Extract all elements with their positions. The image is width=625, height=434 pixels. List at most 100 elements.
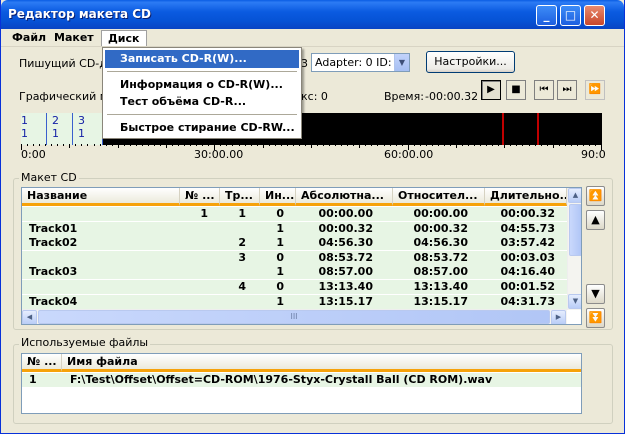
ruler-tick xyxy=(106,144,107,146)
ruler-tick xyxy=(335,144,336,146)
relative-time: 08:53.72 xyxy=(413,250,468,264)
table-row[interactable]: 4 0 13:13.40 13:13.40 00:01.52 xyxy=(22,280,567,294)
files-table[interactable]: № ... Имя файла 1 F:\Test\Offset\Offset=… xyxy=(21,353,582,414)
session-number xyxy=(180,280,208,294)
track-number xyxy=(220,295,246,309)
timeline-ruler xyxy=(21,144,602,150)
col-header[interactable]: Название xyxy=(22,188,180,206)
ruler-tick xyxy=(468,144,469,146)
table-row[interactable]: Track01 1 00:00.32 00:00.32 04:55.73 xyxy=(22,221,567,236)
table-row[interactable]: Track03 1 08:57.00 08:57.00 04:16.40 xyxy=(22,265,567,280)
next-track-icon[interactable]: ⏭ xyxy=(557,80,577,100)
menu-item-disc-info[interactable]: Информация о CD-R(W)... xyxy=(105,76,299,94)
index-number: 0 xyxy=(276,207,284,220)
ruler-tick xyxy=(384,144,385,146)
col-header[interactable]: Относител... xyxy=(393,188,485,206)
absolute-time: 04:56.30 xyxy=(318,236,373,250)
disc-menu-dropdown: Записать CD-R(W)... Информация о CD-R(W)… xyxy=(102,47,302,139)
play-icon[interactable]: ▶ xyxy=(481,80,501,100)
menu-file[interactable]: Файл xyxy=(6,30,52,46)
table-row[interactable]: 1 F:\Test\Offset\Offset=CD-ROM\1976-Styx… xyxy=(22,373,581,387)
table-row[interactable]: 1 1 0 00:00.00 00:00.00 00:00.32 xyxy=(22,207,567,221)
scroll-thumb[interactable]: III xyxy=(38,310,550,324)
table-row[interactable]: Track02 2 1 04:56.30 04:56.30 03:57.42 xyxy=(22,236,567,251)
ruler-tick xyxy=(33,144,34,146)
menu-item-write-disc[interactable]: Записать CD-R(W)... xyxy=(105,50,299,68)
col-header[interactable]: Имя файла xyxy=(62,354,581,372)
move-bottom-icon[interactable]: ⏬ xyxy=(586,308,605,328)
track-name: Track03 xyxy=(29,265,78,279)
ruler-tick xyxy=(462,144,463,146)
close-button[interactable]: ✕ xyxy=(584,5,605,26)
writer-label: Пишущий CD-ди xyxy=(19,57,115,70)
table-row[interactable]: Track04 1 13:15.17 13:15.17 04:31.73 xyxy=(22,294,567,309)
minimize-button[interactable]: _ xyxy=(536,5,557,26)
scroll-thumb[interactable] xyxy=(569,204,581,256)
previous-track-icon[interactable]: ⏮ xyxy=(534,80,554,100)
session-number xyxy=(180,295,208,309)
chevron-down-icon[interactable]: ▼ xyxy=(394,54,409,71)
table-row[interactable]: 3 0 08:53.72 08:53.72 00:03.03 xyxy=(22,250,567,265)
ruler-tick xyxy=(208,144,209,146)
col-header[interactable]: № ... xyxy=(180,188,220,206)
move-top-icon[interactable]: ⏫ xyxy=(586,186,605,206)
ruler-label: 0:00 xyxy=(21,148,46,161)
ruler-tick xyxy=(480,144,481,146)
menu-layout[interactable]: Макет xyxy=(48,30,100,46)
track-name xyxy=(29,207,177,221)
ruler-tick xyxy=(565,144,566,146)
track-number: 3 xyxy=(238,250,246,264)
stop-icon[interactable]: ■ xyxy=(506,80,526,100)
ruler-tick xyxy=(323,144,324,146)
track-name: Track04 xyxy=(29,294,78,308)
col-header[interactable]: Абсолютна... xyxy=(296,188,393,206)
session-number xyxy=(180,236,208,250)
layout-table[interactable]: Название № ... Тр... Ин... Абсолютна... … xyxy=(21,187,582,325)
maximize-button[interactable]: □ xyxy=(560,5,581,26)
absolute-time: 13:15.17 xyxy=(318,294,373,308)
ruler-tick xyxy=(438,144,439,146)
session-number: 1 xyxy=(200,207,208,220)
title-bar[interactable]: Редактор макета CD _ □ ✕ xyxy=(1,0,624,29)
adapter-select-value: Adapter: 0 ID: 1 xyxy=(315,56,403,69)
ruler-tick xyxy=(196,144,197,146)
fast-forward-icon[interactable]: ⏩ xyxy=(585,80,605,100)
relative-time: 00:00.00 xyxy=(413,207,468,220)
col-header[interactable]: Длительно... xyxy=(485,188,567,206)
menu-item-quick-erase[interactable]: Быстрое стирание CD-RW... xyxy=(105,119,299,137)
ruler-tick xyxy=(559,144,560,146)
scroll-up-icon[interactable]: ▲ xyxy=(568,188,581,203)
col-header[interactable]: Ин... xyxy=(260,188,296,206)
move-up-icon[interactable]: ▲ xyxy=(586,210,605,230)
ruler-tick xyxy=(426,144,427,146)
ruler-tick xyxy=(329,144,330,146)
ruler-tick xyxy=(94,144,95,146)
ruler-tick xyxy=(492,144,493,146)
ruler-label: 60:00.00 xyxy=(384,148,434,161)
horizontal-scrollbar[interactable]: ◀ III ▶ xyxy=(22,309,567,324)
scroll-down-icon[interactable]: ▼ xyxy=(568,294,581,309)
ruler-tick xyxy=(178,144,179,146)
ruler-tick xyxy=(160,144,161,146)
time-value: -00:00.32 xyxy=(425,90,479,103)
ruler-tick xyxy=(63,144,64,146)
col-header[interactable]: № ... xyxy=(22,354,62,372)
ruler-tick xyxy=(69,144,70,148)
window-title: Редактор макета CD xyxy=(8,7,152,21)
adapter-select[interactable]: Adapter: 0 ID: 1 ▼ xyxy=(311,53,410,72)
segment-label: 1 xyxy=(21,114,28,127)
duration: 03:57.42 xyxy=(500,236,555,250)
menu-item-capacity-test[interactable]: Тест объёма CD-R... xyxy=(105,93,299,111)
move-down-icon[interactable]: ▼ xyxy=(586,284,605,304)
track-name xyxy=(29,251,177,265)
ruler-tick xyxy=(245,144,246,146)
col-header[interactable]: Тр... xyxy=(220,188,260,206)
graphic-label: Графический м xyxy=(19,90,109,103)
scroll-left-icon[interactable]: ◀ xyxy=(22,310,37,324)
menu-disc[interactable]: Диск xyxy=(101,30,147,46)
absolute-time: 08:57.00 xyxy=(318,265,373,279)
vertical-scrollbar[interactable]: ▲ ▼ xyxy=(567,188,581,310)
scroll-right-icon[interactable]: ▶ xyxy=(551,310,566,324)
settings-button[interactable]: Настройки... xyxy=(426,51,515,73)
ruler-tick xyxy=(27,144,28,146)
